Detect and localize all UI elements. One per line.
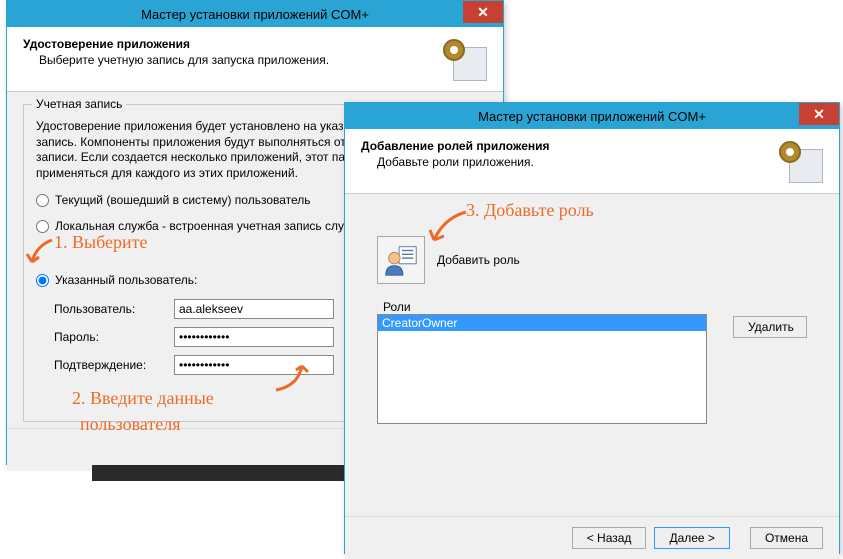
delete-button[interactable]: Удалить [733,316,807,338]
wizard-header: Добавление ролей приложения Добавьте рол… [345,129,839,194]
role-item[interactable]: CreatorOwner [378,315,706,331]
button-row: < Назад Далее > Отмена [345,516,839,559]
wizard-header: Удостоверение приложения Выберите учетну… [7,27,503,92]
radio-current-user-label: Текущий (вошедший в систему) пользовател… [55,193,311,207]
password-label: Пароль: [54,330,174,344]
next-button[interactable]: Далее > [654,527,730,549]
header-title: Удостоверение приложения [23,37,329,51]
wizard-window-roles: Мастер установки приложений COM+ ✕ Добав… [344,102,840,554]
shadow [92,465,352,481]
fieldset-legend: Учетная запись [32,97,126,111]
radio-local-service-input[interactable] [36,220,49,233]
window-title: Мастер установки приложений COM+ [345,109,839,124]
close-button[interactable]: ✕ [799,103,839,125]
close-button[interactable]: ✕ [463,1,503,23]
wizard-icon [775,139,823,183]
add-role-label: Добавить роль [437,253,520,267]
radio-specified-user-input[interactable] [36,274,49,287]
window-title: Мастер установки приложений COM+ [7,7,503,22]
back-button[interactable]: < Назад [572,527,647,549]
titlebar[interactable]: Мастер установки приложений COM+ ✕ [345,103,839,129]
password-input[interactable] [174,327,334,347]
header-subtitle: Выберите учетную запись для запуска прил… [39,53,329,67]
roles-header: Роли [377,300,713,314]
radio-local-service-label: Локальная служба - встроенная учетная за… [55,219,368,233]
person-card-icon [382,241,420,279]
confirm-label: Подтверждение: [54,358,174,372]
titlebar[interactable]: Мастер установки приложений COM+ ✕ [7,1,503,27]
wizard-icon [439,37,487,81]
header-title: Добавление ролей приложения [361,139,550,153]
header-subtitle: Добавьте роли приложения. [377,155,550,169]
confirm-input[interactable] [174,355,334,375]
roles-listbox[interactable]: CreatorOwner [377,314,707,424]
close-icon: ✕ [813,106,825,123]
close-icon: ✕ [477,4,489,21]
add-role-button[interactable] [377,236,425,284]
radio-specified-user-label: Указанный пользователь: [55,273,197,287]
user-input[interactable] [174,299,334,319]
radio-current-user-input[interactable] [36,194,49,207]
cancel-button[interactable]: Отмена [750,527,823,549]
user-label: Пользователь: [54,302,174,316]
